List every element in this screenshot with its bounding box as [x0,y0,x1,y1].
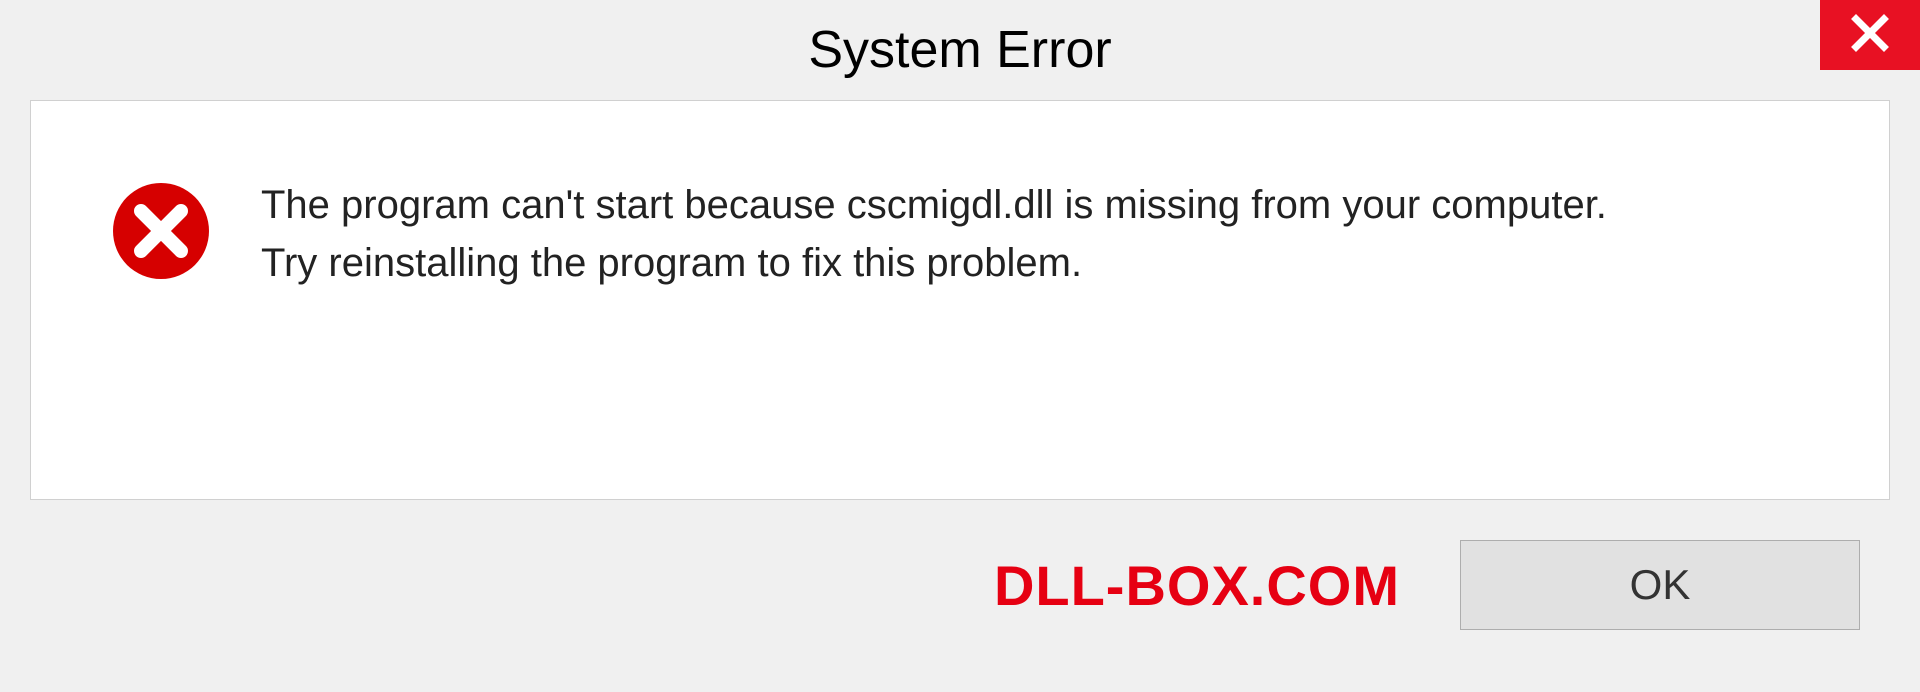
close-button[interactable] [1820,0,1920,70]
titlebar: System Error [0,0,1920,90]
close-icon [1850,13,1890,58]
error-message-line1: The program can't start because cscmigdl… [261,176,1839,234]
dialog-title: System Error [808,20,1111,80]
dialog-footer: DLL-BOX.COM OK [0,500,1920,630]
error-message: The program can't start because cscmigdl… [261,171,1839,292]
dialog-content: The program can't start because cscmigdl… [30,100,1890,500]
ok-button[interactable]: OK [1460,540,1860,630]
error-icon [111,181,211,286]
watermark-text: DLL-BOX.COM [994,553,1400,618]
error-message-line2: Try reinstalling the program to fix this… [261,234,1839,292]
